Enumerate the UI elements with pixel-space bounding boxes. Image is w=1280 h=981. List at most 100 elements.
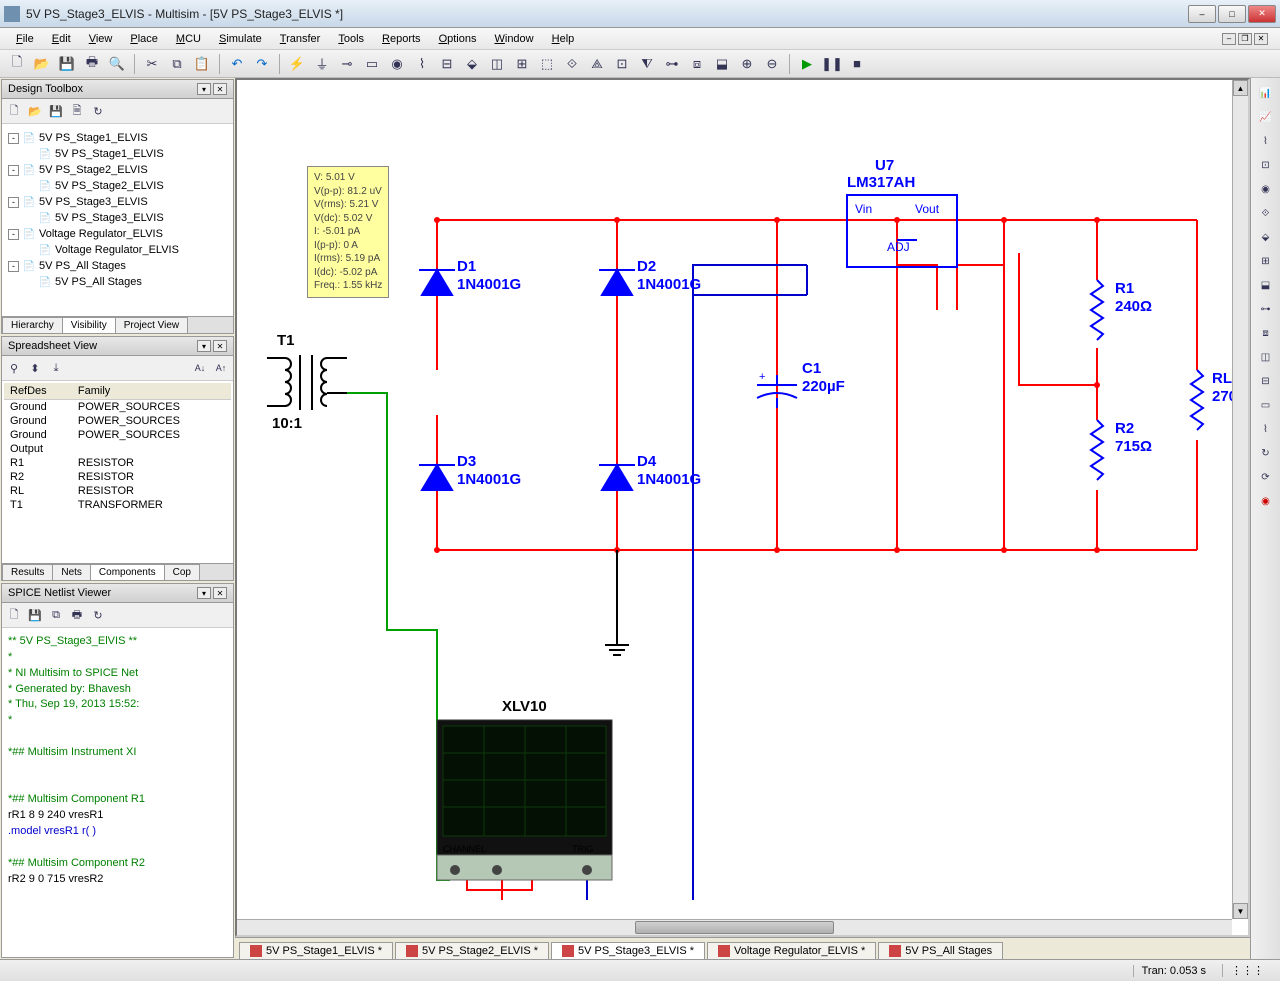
print-icon[interactable]: 🖶 (68, 606, 86, 624)
export-icon[interactable]: ⤓ (47, 359, 65, 377)
table-row[interactable]: R2RESISTOR (4, 470, 231, 484)
menu-help[interactable]: Help (544, 31, 583, 47)
filter-icon[interactable]: ⚲ (5, 359, 23, 377)
tab-components[interactable]: Components (90, 564, 165, 580)
menu-tools[interactable]: Tools (330, 31, 372, 47)
schematic-canvas[interactable]: + (235, 78, 1250, 937)
sort-asc-icon[interactable]: A↓ (191, 359, 209, 377)
vertical-scrollbar[interactable]: ▲ ▼ (1232, 80, 1248, 919)
preview-icon[interactable]: 🔍 (106, 53, 128, 75)
tree-item[interactable]: 📄5V PS_Stage2_ELVIS (8, 178, 227, 194)
new-icon[interactable]: 🗋 (5, 606, 23, 624)
netlist-body[interactable]: ** 5V PS_Stage3_ElVIS ** * * NI Multisim… (2, 628, 233, 957)
save-design-icon[interactable]: 💾 (47, 102, 65, 120)
save-icon[interactable]: 💾 (26, 606, 44, 624)
tab-visibility[interactable]: Visibility (62, 317, 116, 333)
instrument-icon[interactable]: 📈 (1255, 106, 1277, 128)
tree-item[interactable]: 📄Voltage Regulator_ELVIS (8, 242, 227, 258)
table-row[interactable]: T1TRANSFORMER (4, 498, 231, 512)
panel-pin-icon[interactable]: ▾ (197, 83, 211, 95)
component-icon[interactable]: ⊶ (661, 53, 683, 75)
component-icon[interactable]: ⧨ (636, 53, 658, 75)
minimize-button[interactable]: – (1188, 5, 1216, 23)
table-row[interactable]: GroundPOWER_SOURCES (4, 414, 231, 428)
menu-edit[interactable]: Edit (44, 31, 79, 47)
run-icon[interactable]: ▶ (796, 53, 818, 75)
tree-item[interactable]: -📄5V PS_Stage1_ELVIS (8, 130, 227, 146)
instrument-icon[interactable]: ⌇ (1255, 130, 1277, 152)
instrument-icon[interactable]: ⟳ (1255, 466, 1277, 488)
table-row[interactable]: R1RESISTOR (4, 456, 231, 470)
tree-expand-icon[interactable]: - (8, 165, 19, 176)
component-icon[interactable]: ◫ (486, 53, 508, 75)
table-row[interactable]: RLRESISTOR (4, 484, 231, 498)
instrument-icon[interactable]: ⊟ (1255, 370, 1277, 392)
tab-cop[interactable]: Cop (164, 564, 200, 580)
instrument-icon[interactable]: ▭ (1255, 394, 1277, 416)
tab-nets[interactable]: Nets (52, 564, 91, 580)
menu-window[interactable]: Window (486, 31, 541, 47)
undo-icon[interactable]: ↶ (226, 53, 248, 75)
component-icon[interactable]: ⌇ (411, 53, 433, 75)
tree-item[interactable]: 📄5V PS_All Stages (8, 274, 227, 290)
tab-project-view[interactable]: Project View (115, 317, 188, 333)
instrument-icon[interactable]: ◉ (1255, 178, 1277, 200)
component-icon[interactable]: ⬓ (711, 53, 733, 75)
refresh-icon[interactable]: ↻ (89, 606, 107, 624)
col-refdes[interactable]: RefDes (4, 383, 72, 400)
tree-expand-icon[interactable]: - (8, 197, 19, 208)
instrument-icon[interactable]: ◫ (1255, 346, 1277, 368)
table-row[interactable]: GroundPOWER_SOURCES (4, 428, 231, 442)
menu-place[interactable]: Place (122, 31, 166, 47)
mdi-close-button[interactable]: ✕ (1254, 33, 1268, 45)
open-design-icon[interactable]: 📂 (26, 102, 44, 120)
instrument-icon[interactable]: ⬓ (1255, 274, 1277, 296)
instrument-icon[interactable]: ⌇ (1255, 418, 1277, 440)
component-icon[interactable]: ⧈ (686, 53, 708, 75)
component-icon[interactable]: ⊕ (736, 53, 758, 75)
simulation-measurements[interactable]: V: 5.01 VV(p-p): 81.2 uVV(rms): 5.21 VV(… (307, 166, 389, 298)
instrument-icon[interactable]: 📊 (1255, 82, 1277, 104)
component-icon[interactable]: ⏚ (311, 53, 333, 75)
print-icon[interactable]: 🖶 (81, 53, 103, 75)
document-tab[interactable]: Voltage Regulator_ELVIS * (707, 942, 876, 959)
spreadsheet-body[interactable]: RefDes Family GroundPOWER_SOURCESGroundP… (2, 381, 233, 563)
scroll-up-icon[interactable]: ▲ (1233, 80, 1248, 96)
scrollbar-thumb[interactable] (635, 921, 834, 934)
tree-expand-icon[interactable]: - (8, 261, 19, 272)
menu-mcu[interactable]: MCU (168, 31, 209, 47)
save-icon[interactable]: 💾 (56, 53, 78, 75)
menu-simulate[interactable]: Simulate (211, 31, 270, 47)
component-icon[interactable]: ⬙ (461, 53, 483, 75)
document-tab[interactable]: 5V PS_Stage3_ELVIS * (551, 942, 705, 959)
instrument-icon[interactable]: ◉ (1255, 490, 1277, 512)
menu-file[interactable]: File (8, 31, 42, 47)
component-icon[interactable]: ◉ (386, 53, 408, 75)
cut-icon[interactable]: ✂ (141, 53, 163, 75)
component-icon[interactable]: ⊸ (336, 53, 358, 75)
component-icon[interactable]: ⬚ (536, 53, 558, 75)
tree-expand-icon[interactable]: - (8, 133, 19, 144)
design-icon[interactable]: 🗎 (68, 102, 86, 120)
document-tab[interactable]: 5V PS_Stage2_ELVIS * (395, 942, 549, 959)
panel-close-icon[interactable]: ✕ (213, 340, 227, 352)
refresh-icon[interactable]: ↻ (89, 102, 107, 120)
instrument-icon[interactable]: ⊡ (1255, 154, 1277, 176)
new-design-icon[interactable]: 🗋 (5, 102, 23, 120)
tree-item[interactable]: -📄5V PS_All Stages (8, 258, 227, 274)
menu-transfer[interactable]: Transfer (272, 31, 329, 47)
mdi-minimize-button[interactable]: – (1222, 33, 1236, 45)
tab-results[interactable]: Results (2, 564, 53, 580)
component-icon[interactable]: ⊖ (761, 53, 783, 75)
table-row[interactable]: GroundPOWER_SOURCES (4, 400, 231, 415)
document-tab[interactable]: 5V PS_All Stages (878, 942, 1003, 959)
design-tree[interactable]: -📄5V PS_Stage1_ELVIS📄5V PS_Stage1_ELVIS-… (2, 124, 233, 316)
tree-item[interactable]: 📄5V PS_Stage3_ELVIS (8, 210, 227, 226)
panel-close-icon[interactable]: ✕ (213, 587, 227, 599)
instrument-icon[interactable]: ↻ (1255, 442, 1277, 464)
sort-icon[interactable]: ⬍ (26, 359, 44, 377)
stop-icon[interactable]: ■ (846, 53, 868, 75)
instrument-icon[interactable]: ⟐ (1255, 202, 1277, 224)
panel-pin-icon[interactable]: ▾ (197, 587, 211, 599)
col-family[interactable]: Family (72, 383, 231, 400)
